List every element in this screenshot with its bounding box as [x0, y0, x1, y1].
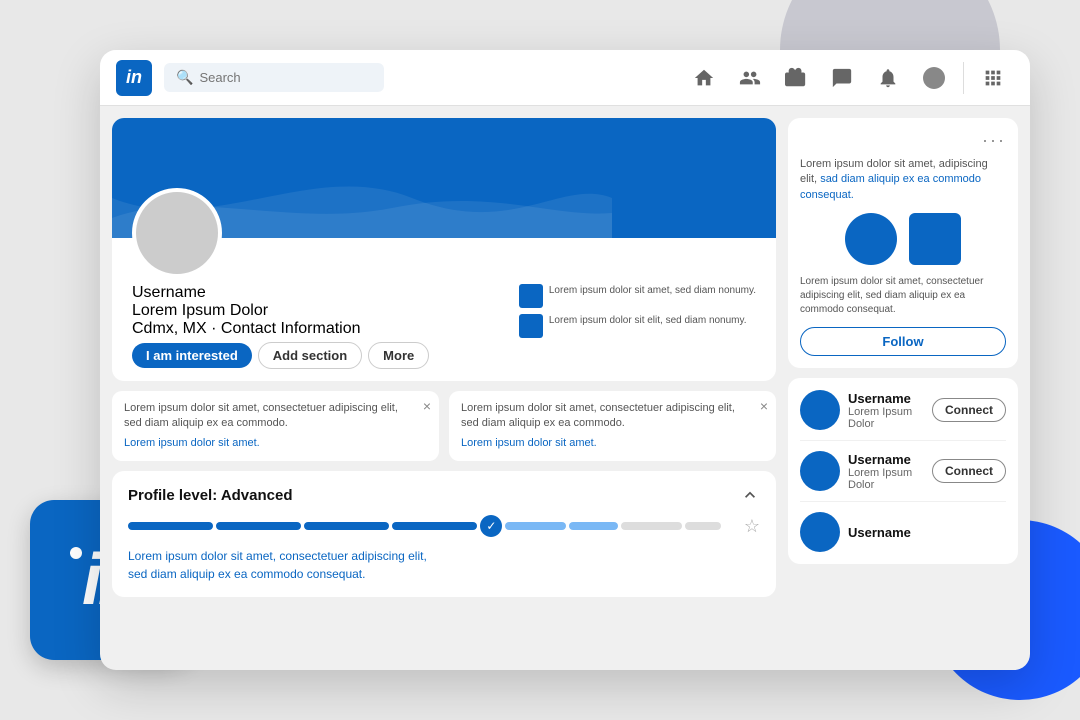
nav-profile-button[interactable] — [913, 63, 955, 93]
prog-seg-6 — [569, 522, 618, 530]
nav-apps-button[interactable] — [972, 63, 1014, 93]
prog-seg-2 — [216, 522, 301, 530]
card-close-0[interactable]: × — [423, 397, 431, 417]
person-avatar-2 — [800, 512, 840, 552]
person-avatar-1 — [800, 451, 840, 491]
info-icon-1 — [519, 284, 543, 308]
grid-icon — [982, 67, 1004, 89]
person-row-2: Username — [800, 512, 1006, 552]
person-name-1: Username — [848, 452, 924, 467]
chevron-up-icon — [740, 485, 760, 505]
nav-jobs-button[interactable] — [775, 63, 817, 93]
jobs-icon — [785, 67, 807, 89]
progress-container: ✓ ☆ — [128, 515, 760, 537]
person-avatar-0 — [800, 390, 840, 430]
interested-button[interactable]: I am interested — [132, 343, 252, 368]
info-block-1: Lorem ipsum dolor sit amet, sed diam non… — [519, 284, 756, 308]
nav-icons — [683, 62, 1014, 94]
promo-card: ··· Lorem ipsum dolor sit amet, adipisci… — [788, 118, 1018, 368]
contact-info-link[interactable]: Contact Information — [221, 320, 361, 337]
messages-icon — [831, 67, 853, 89]
level-title: Profile level: Advanced — [128, 487, 293, 504]
add-section-button[interactable]: Add section — [258, 342, 362, 369]
card-close-1[interactable]: × — [760, 397, 768, 417]
info-icon-2 — [519, 314, 543, 338]
nav-home-button[interactable] — [683, 63, 725, 93]
level-description: Lorem ipsum dolor sit amet, consectetuer… — [128, 547, 760, 583]
nav-messages-button[interactable] — [821, 63, 863, 93]
promo-circle-shape — [845, 213, 897, 265]
right-sidebar: ··· Lorem ipsum dolor sit amet, adipisci… — [788, 118, 1018, 658]
person-subtitle-0: Lorem Ipsum Dolor — [848, 406, 924, 430]
search-icon: 🔍 — [176, 69, 193, 86]
person-info-1: Username Lorem Ipsum Dolor — [848, 452, 924, 491]
follow-button[interactable]: Follow — [800, 327, 1006, 356]
person-name-2: Username — [848, 525, 1006, 540]
home-icon — [693, 67, 715, 89]
profile-avatar-container — [132, 188, 222, 278]
profile-info: Username Lorem Ipsum Dolor Cdmx, MX · Co… — [112, 278, 776, 381]
prog-seg-4 — [392, 522, 477, 530]
navbar: in 🔍 — [100, 50, 1030, 106]
nav-network-button[interactable] — [729, 63, 771, 93]
person-info-0: Username Lorem Ipsum Dolor — [848, 391, 924, 430]
promo-shapes — [800, 213, 1006, 265]
main-content: Username Lorem Ipsum Dolor Cdmx, MX · Co… — [100, 106, 1030, 670]
prog-seg-8 — [685, 522, 721, 530]
profile-card: Username Lorem Ipsum Dolor Cdmx, MX · Co… — [112, 118, 776, 381]
people-card: Username Lorem Ipsum Dolor Connect Usern… — [788, 378, 1018, 564]
person-name-0: Username — [848, 391, 924, 406]
browser-window: in 🔍 — [100, 50, 1030, 670]
connect-button-1[interactable]: Connect — [932, 459, 1006, 483]
card-link-0[interactable]: Lorem ipsum dolor sit amet. — [124, 436, 427, 451]
progress-check: ✓ — [480, 515, 502, 537]
nav-divider — [963, 62, 964, 94]
profile-username: Username — [132, 284, 429, 302]
search-bar[interactable]: 🔍 — [164, 63, 384, 92]
person-subtitle-1: Lorem Ipsum Dolor — [848, 467, 924, 491]
profile-level-card: Profile level: Advanced ✓ — [112, 471, 776, 597]
person-row-0: Username Lorem Ipsum Dolor Connect — [800, 390, 1006, 430]
promo-dots-menu[interactable]: ··· — [982, 130, 1006, 151]
prog-seg-3 — [304, 522, 389, 530]
star-icon[interactable]: ☆ — [744, 516, 760, 537]
prog-seg-5 — [505, 522, 566, 530]
connect-button-0[interactable]: Connect — [932, 398, 1006, 422]
promo-desc-text: Lorem ipsum dolor sit amet, consectetuer… — [800, 275, 1006, 317]
promo-square-shape — [909, 213, 961, 265]
card-item-1: × Lorem ipsum dolor sit amet, consectetu… — [449, 391, 776, 461]
profile-avatar — [132, 188, 222, 278]
card-text-1: Lorem ipsum dolor sit amet, consectetuer… — [461, 401, 764, 432]
network-icon — [739, 67, 761, 89]
promo-intro-text: Lorem ipsum dolor sit amet, adipiscing e… — [800, 157, 1006, 203]
card-link-1[interactable]: Lorem ipsum dolor sit amet. — [461, 436, 764, 451]
profile-section: Username Lorem Ipsum Dolor Cdmx, MX · Co… — [112, 118, 776, 658]
card-item-0: × Lorem ipsum dolor sit amet, consectetu… — [112, 391, 439, 461]
info-text-2: Lorem ipsum dolor sit elit, sed diam non… — [549, 314, 747, 327]
promo-card-header: ··· — [800, 130, 1006, 151]
search-input[interactable] — [199, 70, 359, 85]
profile-text: Username Lorem Ipsum Dolor Cdmx, MX · Co… — [132, 284, 429, 369]
level-header: Profile level: Advanced — [128, 485, 760, 505]
navbar-linkedin-logo: in — [116, 60, 152, 96]
person-row-1: Username Lorem Ipsum Dolor Connect — [800, 451, 1006, 491]
person-info-2: Username — [848, 525, 1006, 540]
profile-subtitle: Lorem Ipsum Dolor — [132, 302, 429, 320]
prog-seg-1 — [128, 522, 213, 530]
nav-notifications-button[interactable] — [867, 63, 909, 93]
nav-avatar — [923, 67, 945, 89]
bell-icon — [877, 67, 899, 89]
profile-side-info: Lorem ipsum dolor sit amet, sed diam non… — [519, 284, 756, 344]
info-block-2: Lorem ipsum dolor sit elit, sed diam non… — [519, 314, 756, 338]
info-text-1: Lorem ipsum dolor sit amet, sed diam non… — [549, 284, 756, 297]
progress-bar: ✓ — [128, 515, 736, 537]
person-divider-1 — [800, 501, 1006, 502]
person-divider-0 — [800, 440, 1006, 441]
profile-actions: I am interested Add section More — [132, 342, 429, 369]
more-button[interactable]: More — [368, 342, 429, 369]
cards-row: × Lorem ipsum dolor sit amet, consectetu… — [112, 391, 776, 461]
card-text-0: Lorem ipsum dolor sit amet, consectetuer… — [124, 401, 427, 432]
profile-location: Cdmx, MX · Contact Information — [132, 320, 429, 338]
prog-seg-7 — [621, 522, 682, 530]
